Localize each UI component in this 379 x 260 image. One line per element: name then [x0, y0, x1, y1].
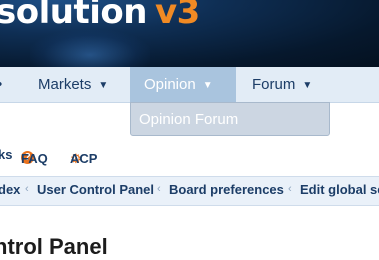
caret-down-icon: ▼ — [202, 80, 213, 91]
nav-item-opinion[interactable]: Opinion ▼ — [130, 67, 236, 102]
quick-links: ks ? FAQ ⚙ ACP — [0, 143, 379, 166]
crumb-index[interactable]: dex — [0, 182, 20, 197]
crumb-board-prefs[interactable]: Board preferences — [169, 182, 284, 197]
logo-version: v3 — [154, 0, 200, 32]
crumb-ucp[interactable]: User Control Panel — [37, 182, 154, 197]
nav-item-forum[interactable]: Forum ▼ — [244, 67, 320, 102]
crumb-edit-global[interactable]: Edit global se — [300, 182, 379, 197]
nav-item-label: Forum — [252, 76, 296, 93]
chevron-left-icon: ‹ — [288, 183, 292, 195]
breadcrumb: dex ‹ User Control Panel ‹ Board prefere… — [0, 176, 379, 206]
acp-label: ACP — [70, 151, 98, 166]
main-nav: • Markets ▼ Opinion ▼ Forum ▼ — [0, 67, 379, 103]
caret-down-icon: ▼ — [98, 80, 109, 91]
page-title: ntrol Panel — [0, 234, 108, 259]
caret-down-icon: ▼ — [302, 80, 313, 91]
logo-word: solution — [0, 0, 147, 32]
chevron-left-icon: ‹ — [157, 183, 161, 195]
site-logo[interactable]: solution v3 — [0, 0, 200, 32]
faq-label: FAQ — [21, 151, 48, 166]
nav-item-label: Opinion — [144, 76, 196, 93]
header-glow — [30, 30, 150, 67]
nav-item-hidden-left[interactable]: • — [0, 67, 5, 102]
chevron-left-icon: ‹ — [25, 183, 29, 195]
opinion-dropdown-menu: Opinion Forum — [130, 102, 330, 136]
site-header: solution v3 — [0, 0, 379, 67]
nav-item-label: Markets — [38, 76, 92, 93]
dropdown-item-opinion-forum[interactable]: Opinion Forum — [139, 103, 238, 136]
quicklink-partial[interactable]: ks — [0, 147, 12, 162]
nav-item-markets[interactable]: Markets ▼ — [30, 67, 116, 102]
